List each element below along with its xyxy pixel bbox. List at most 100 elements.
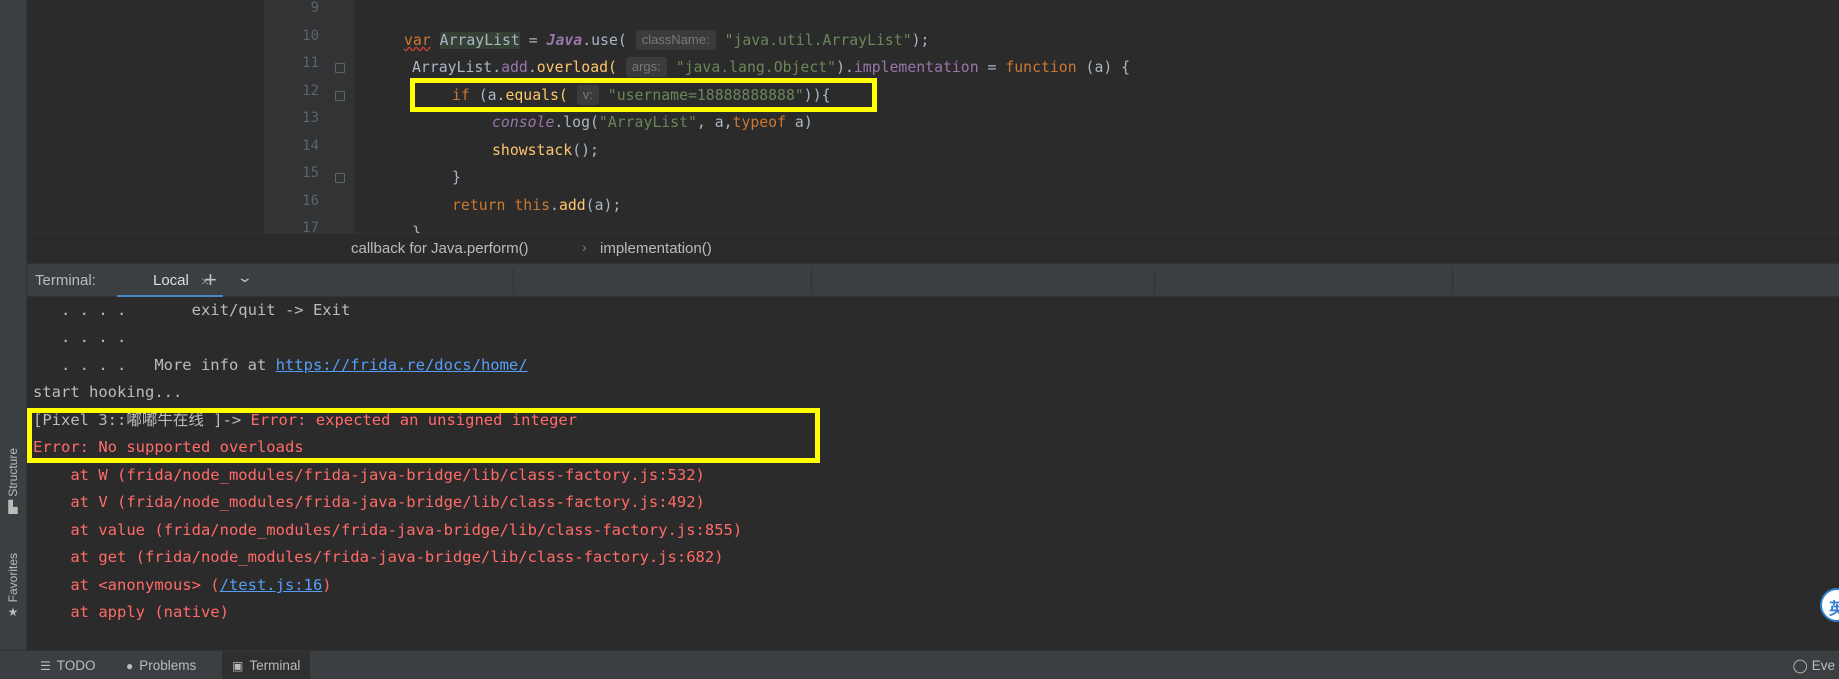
event-log-label: Eve	[1811, 658, 1835, 673]
line-number: 15	[302, 165, 319, 181]
terminal-text: . . . . More info at	[33, 356, 276, 374]
star-icon: ★	[7, 605, 19, 620]
divider	[1452, 268, 1453, 294]
terminal-label: Terminal	[249, 658, 301, 673]
keyword-typeof: typeof	[732, 114, 786, 131]
highlight-box-code	[410, 78, 877, 112]
project-pane	[27, 0, 265, 233]
ime-glyph: 英	[1829, 601, 1839, 618]
bottom-tool-bar: ☰ TODO ● Problems ▣ Terminal ◯ Eve	[0, 650, 1839, 679]
code-text-area[interactable]: var ArrayList = Java.use( className: "ja…	[355, 0, 1839, 241]
terminal-line: start hooking...	[33, 383, 183, 401]
favorites-tool-tab[interactable]: Favorites ★	[2, 553, 24, 618]
list-icon: ☰	[40, 658, 51, 673]
left-tool-strip: Structure ▙ Favorites ★	[0, 0, 27, 650]
breadcrumb-item-callback[interactable]: callback for Java.perform()	[351, 240, 529, 257]
source-file-link[interactable]: /test.js:16	[220, 576, 323, 594]
fold-marker[interactable]	[335, 91, 345, 101]
string-literal: "java.util.ArrayList"	[724, 32, 912, 49]
punctuation: , a,	[696, 114, 733, 131]
line-number: 16	[302, 193, 319, 209]
line-number: 9	[310, 0, 319, 16]
call-log: .log(	[554, 114, 599, 131]
structure-tool-tab[interactable]: Structure ▙	[2, 448, 24, 513]
line-number: 13	[302, 110, 319, 126]
todo-tool-button[interactable]: ☰ TODO	[40, 651, 96, 679]
structure-icon: ▙	[8, 499, 18, 514]
line-number: 14	[302, 138, 319, 154]
stack-trace-line: at <anonymous> (/test.js:16)	[33, 572, 332, 599]
divider	[1154, 268, 1155, 294]
code-line-15: }	[452, 165, 461, 191]
code-line-13: console.log("ArrayList", a,typeof a)	[492, 110, 813, 136]
divider	[513, 268, 514, 294]
keyword-function: function	[1005, 59, 1077, 76]
stack-trace-text: )	[322, 576, 332, 594]
info-icon: ●	[126, 658, 134, 673]
keyword-return: return	[452, 197, 506, 214]
divider	[811, 268, 812, 294]
editor-gutter[interactable]: 9 10 11 12 13 14 15 16 17	[265, 0, 355, 236]
line-number: 11	[302, 55, 319, 71]
call-add: add	[558, 197, 586, 214]
terminal-output[interactable]: . . . . exit/quit -> Exit . . . . . . . …	[27, 297, 1839, 650]
new-terminal-button[interactable]: +	[204, 267, 217, 293]
fold-marker[interactable]	[335, 63, 345, 73]
java-global: Java	[546, 32, 583, 49]
breadcrumb: callback for Java.perform() › implementa…	[27, 233, 1839, 263]
punctuation: );	[911, 32, 930, 49]
problems-tool-button[interactable]: ● Problems	[126, 651, 196, 679]
terminal-line: . . . . exit/quit -> Exit	[33, 301, 351, 319]
frida-docs-link[interactable]: https://frida.re/docs/home/	[276, 356, 528, 374]
tab-local-label: Local	[153, 272, 189, 289]
punctuation: .	[492, 59, 502, 76]
punctuation: (a);	[585, 197, 622, 214]
keyword-this: this	[514, 197, 551, 214]
terminal-line: . . . .	[33, 328, 127, 346]
code-editor[interactable]: 9 10 11 12 13 14 15 16 17 var ArrayList …	[27, 0, 1839, 241]
terminal-tab-bar: Terminal: Local × + ⌄	[27, 263, 1839, 298]
operator: =	[519, 32, 547, 49]
keyword-var: var	[404, 32, 431, 49]
stack-trace-line: at value (frida/node_modules/frida-java-…	[33, 521, 743, 539]
punctuation: ();	[572, 142, 599, 159]
stack-trace-line: at W (frida/node_modules/frida-java-brid…	[33, 466, 705, 484]
event-log-button[interactable]: ◯ Eve	[1793, 651, 1839, 679]
punctuation: .	[550, 197, 559, 214]
line-number: 10	[302, 28, 319, 44]
breadcrumb-item-implementation[interactable]: implementation()	[600, 240, 712, 257]
param-hint-classname: className:	[635, 30, 716, 50]
terminal-title: Terminal:	[35, 272, 96, 289]
brace: }	[452, 169, 461, 186]
param-hint-args: args:	[625, 57, 667, 77]
breadcrumb-separator-icon: ›	[582, 239, 587, 255]
identifier-console: console	[492, 114, 555, 131]
highlight-box-error	[27, 408, 820, 463]
terminal-line: . . . . More info at https://frida.re/do…	[33, 352, 528, 379]
code-line-14: showstack();	[492, 138, 599, 164]
problems-label: Problems	[139, 658, 197, 673]
stack-trace-line: at apply (native)	[33, 603, 229, 621]
terminal-icon: ▣	[232, 658, 244, 673]
chevron-down-icon[interactable]: ⌄	[237, 269, 253, 286]
favorites-tab-label: Favorites	[6, 553, 20, 603]
operator: =	[978, 59, 1006, 76]
identifier-arraylist: ArrayList	[412, 59, 493, 76]
punctuation: .	[527, 59, 537, 76]
property-implementation: implementation	[853, 59, 979, 76]
code-line-16: return this.add(a);	[452, 193, 621, 219]
structure-tab-label: Structure	[6, 448, 20, 497]
terminal-tool-button[interactable]: ▣ Terminal	[222, 651, 311, 679]
call-overload: overload(	[536, 59, 617, 76]
fold-marker[interactable]	[335, 173, 345, 183]
line-number: 12	[302, 83, 319, 99]
property-add: add	[501, 59, 528, 76]
punctuation: a)	[786, 114, 813, 131]
string-literal: "java.lang.Object"	[675, 59, 837, 76]
call-showstack: showstack	[492, 142, 573, 159]
event-log-icon: ◯	[1792, 657, 1808, 673]
stack-trace-line: at get (frida/node_modules/frida-java-br…	[33, 548, 724, 566]
call-use: .use(	[582, 32, 627, 49]
string-literal: "ArrayList"	[598, 114, 697, 131]
stack-trace-line: at V (frida/node_modules/frida-java-brid…	[33, 493, 705, 511]
